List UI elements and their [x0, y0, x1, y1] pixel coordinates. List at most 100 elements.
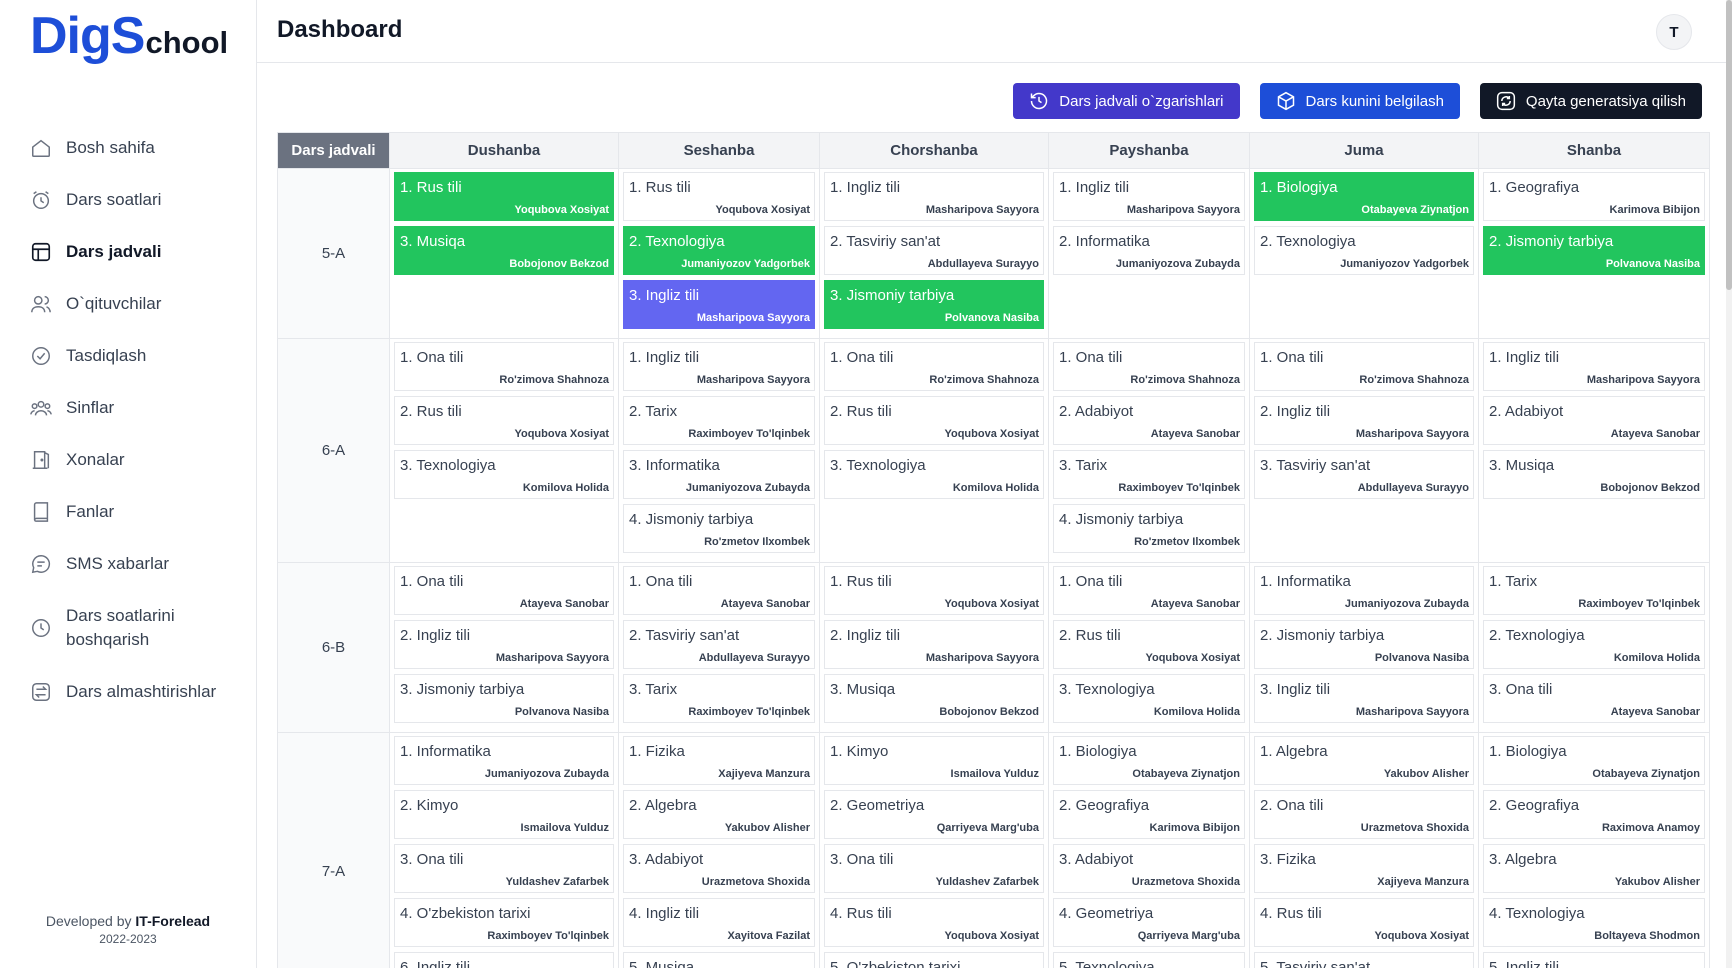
- sidebar-item-dars-soatlari[interactable]: Dars soatlari: [0, 174, 256, 226]
- sidebar-item-sinflar[interactable]: Sinflar: [0, 382, 256, 434]
- lesson-card[interactable]: 3. Musiqa Bobojonov Bekzod: [394, 226, 614, 275]
- sidebar-item-dars-jadvali[interactable]: Dars jadvali: [0, 226, 256, 278]
- lesson-card[interactable]: 2. Geometriya Qarriyeva Marg'uba: [824, 790, 1044, 839]
- lesson-card[interactable]: 3. Algebra Yakubov Alisher: [1483, 844, 1705, 893]
- sidebar-item-bosh-sahifa[interactable]: Bosh sahifa: [0, 122, 256, 174]
- lesson-card[interactable]: 1. Ona tili Atayeva Sanobar: [623, 566, 815, 615]
- lesson-card[interactable]: 6. Ingliz tili: [394, 952, 614, 968]
- set-lesson-day-button[interactable]: Dars kunini belgilash: [1259, 83, 1460, 119]
- lesson-card[interactable]: 1. Informatika Jumaniyozova Zubayda: [394, 736, 614, 785]
- lesson-card[interactable]: 4. Jismoniy tarbiya Ro'zmetov Ilxombek: [1053, 504, 1245, 553]
- lesson-card[interactable]: 1. Algebra Yakubov Alisher: [1254, 736, 1474, 785]
- sidebar-item-dars-soatlarini-boshqarish[interactable]: Dars soatlarini boshqarish: [0, 590, 256, 666]
- sidebar-item-xonalar[interactable]: Xonalar: [0, 434, 256, 486]
- lesson-card[interactable]: 2. Adabiyot Atayeva Sanobar: [1483, 396, 1705, 445]
- lesson-card[interactable]: 3. Tasviriy san'at Abdullayeva Surayyo: [1254, 450, 1474, 499]
- lesson-card[interactable]: 3. Jismoniy tarbiya Polvanova Nasiba: [394, 674, 614, 723]
- avatar[interactable]: T: [1656, 14, 1692, 50]
- lesson-card[interactable]: 2. Ona tili Urazmetova Shoxida: [1254, 790, 1474, 839]
- lesson-card[interactable]: 3. Ona tili Yuldashev Zafarbek: [394, 844, 614, 893]
- lesson-card[interactable]: 2. Ingliz tili Masharipova Sayyora: [394, 620, 614, 669]
- lesson-card[interactable]: 2. Tarix Raximboyev To'lqinbek: [623, 396, 815, 445]
- lesson-card[interactable]: 1. Biologiya Otabayeva Ziynatjon: [1254, 172, 1474, 221]
- lesson-card[interactable]: 1. Ona tili Atayeva Sanobar: [1053, 566, 1245, 615]
- lesson-card[interactable]: 1. Fizika Xajiyeva Manzura: [623, 736, 815, 785]
- lesson-card[interactable]: 4. O'zbekiston tarixi Raximboyev To'lqinb…: [394, 898, 614, 947]
- lesson-card[interactable]: 1. Rus tili Yoqubova Xosiyat: [824, 566, 1044, 615]
- lesson-card[interactable]: 5. Tasviriy san'at: [1254, 952, 1474, 968]
- lesson-card[interactable]: 2. Adabiyot Atayeva Sanobar: [1053, 396, 1245, 445]
- scrollbar-thumb[interactable]: [1726, 0, 1732, 290]
- sidebar-item-oqituvchilar[interactable]: O`qituvchilar: [0, 278, 256, 330]
- lesson-card[interactable]: 4. Jismoniy tarbiya Ro'zmetov Ilxombek: [623, 504, 815, 553]
- lesson-card[interactable]: 3. Fizika Xajiyeva Manzura: [1254, 844, 1474, 893]
- lesson-card[interactable]: 3. Musiqa Bobojonov Bekzod: [1483, 450, 1705, 499]
- lesson-card[interactable]: 3. Texnologiya Komilova Holida: [394, 450, 614, 499]
- lesson-card[interactable]: 1. Ingliz tili Masharipova Sayyora: [824, 172, 1044, 221]
- lesson-card[interactable]: 1. Tarix Raximboyev To'lqinbek: [1483, 566, 1705, 615]
- sidebar-item-sms-xabarlar[interactable]: SMS xabarlar: [0, 538, 256, 590]
- lesson-card[interactable]: 3. Informatika Jumaniyozova Zubayda: [623, 450, 815, 499]
- lesson-card[interactable]: 1. Ingliz tili Masharipova Sayyora: [1483, 342, 1705, 391]
- lesson-card[interactable]: 2. Informatika Jumaniyozova Zubayda: [1053, 226, 1245, 275]
- lesson-card[interactable]: 2. Geografiya Raximova Anamoy: [1483, 790, 1705, 839]
- lesson-card[interactable]: 3. Ingliz tili Masharipova Sayyora: [623, 280, 815, 329]
- lesson-card[interactable]: 2. Jismoniy tarbiya Polvanova Nasiba: [1254, 620, 1474, 669]
- lesson-card[interactable]: 2. Texnologiya Jumaniyozov Yadgorbek: [1254, 226, 1474, 275]
- lesson-card[interactable]: 1. Ingliz tili Masharipova Sayyora: [623, 342, 815, 391]
- lesson-card[interactable]: 1. Ona tili Ro'zimova Shahnoza: [394, 342, 614, 391]
- lesson-card[interactable]: 1. Kimyo Ismailova Yulduz: [824, 736, 1044, 785]
- lesson-card[interactable]: 1. Ona tili Ro'zimova Shahnoza: [824, 342, 1044, 391]
- lesson-card[interactable]: 2. Texnologiya Komilova Holida: [1483, 620, 1705, 669]
- schedule-changes-button[interactable]: Dars jadvali o`zgarishlari: [1013, 83, 1240, 119]
- lesson-card[interactable]: 1. Rus tili Yoqubova Xosiyat: [394, 172, 614, 221]
- lesson-card[interactable]: 1. Informatika Jumaniyozova Zubayda: [1254, 566, 1474, 615]
- sidebar-item-dars-almashtirishlar[interactable]: Dars almashtirishlar: [0, 666, 256, 718]
- lesson-card[interactable]: 3. Musiqa Bobojonov Bekzod: [824, 674, 1044, 723]
- lesson-card[interactable]: 4. Geometriya Qarriyeva Marg'uba: [1053, 898, 1245, 947]
- lesson-card[interactable]: 4. Ingliz tili Xayitova Fazilat: [623, 898, 815, 947]
- lesson-card[interactable]: 2. Algebra Yakubov Alisher: [623, 790, 815, 839]
- lesson-card[interactable]: 4. Texnologiya Boltayeva Shodmon: [1483, 898, 1705, 947]
- lesson-card[interactable]: 5. O'zbekiston tarixi: [824, 952, 1044, 968]
- lesson-card[interactable]: 1. Ona tili Ro'zimova Shahnoza: [1254, 342, 1474, 391]
- lesson-card[interactable]: 1. Ona tili Atayeva Sanobar: [394, 566, 614, 615]
- lesson-card[interactable]: 4. Rus tili Yoqubova Xosiyat: [824, 898, 1044, 947]
- company-name[interactable]: IT-Forelead: [135, 913, 210, 929]
- lesson-card[interactable]: 1. Ona tili Ro'zimova Shahnoza: [1053, 342, 1245, 391]
- lesson-card[interactable]: 2. Rus tili Yoqubova Xosiyat: [824, 396, 1044, 445]
- lesson-card[interactable]: 2. Rus tili Yoqubova Xosiyat: [1053, 620, 1245, 669]
- lesson-card[interactable]: 3. Ingliz tili Masharipova Sayyora: [1254, 674, 1474, 723]
- lesson-card[interactable]: 2. Jismoniy tarbiya Polvanova Nasiba: [1483, 226, 1705, 275]
- lesson-card[interactable]: 4. Rus tili Yoqubova Xosiyat: [1254, 898, 1474, 947]
- lesson-card[interactable]: 3. Tarix Raximboyev To'lqinbek: [1053, 450, 1245, 499]
- lesson-card[interactable]: 1. Geografiya Karimova Bibijon: [1483, 172, 1705, 221]
- lesson-card[interactable]: 2. Geografiya Karimova Bibijon: [1053, 790, 1245, 839]
- lesson-card[interactable]: 1. Biologiya Otabayeva Ziynatjon: [1053, 736, 1245, 785]
- lesson-card[interactable]: 1. Rus tili Yoqubova Xosiyat: [623, 172, 815, 221]
- lesson-card[interactable]: 3. Jismoniy tarbiya Polvanova Nasiba: [824, 280, 1044, 329]
- lesson-card[interactable]: 2. Ingliz tili Masharipova Sayyora: [824, 620, 1044, 669]
- lesson-card[interactable]: 3. Adabiyot Urazmetova Shoxida: [623, 844, 815, 893]
- lesson-card[interactable]: 2. Texnologiya Jumaniyozov Yadgorbek: [623, 226, 815, 275]
- page-scrollbar[interactable]: [1726, 0, 1732, 968]
- sidebar-item-tasdiqlash[interactable]: Tasdiqlash: [0, 330, 256, 382]
- lesson-card[interactable]: 2. Ingliz tili Masharipova Sayyora: [1254, 396, 1474, 445]
- regenerate-button[interactable]: Qayta generatsiya qilish: [1479, 83, 1702, 119]
- lesson-card[interactable]: 2. Tasviriy san'at Abdullayeva Surayyo: [623, 620, 815, 669]
- lesson-card[interactable]: 3. Ona tili Yuldashev Zafarbek: [824, 844, 1044, 893]
- lesson-card[interactable]: 2. Kimyo Ismailova Yulduz: [394, 790, 614, 839]
- lesson-card[interactable]: 3. Adabiyot Urazmetova Shoxida: [1053, 844, 1245, 893]
- sidebar-item-fanlar[interactable]: Fanlar: [0, 486, 256, 538]
- lesson-card[interactable]: 5. Ingliz tili: [1483, 952, 1705, 968]
- lesson-card[interactable]: 1. Ingliz tili Masharipova Sayyora: [1053, 172, 1245, 221]
- app-logo[interactable]: Dig School: [30, 6, 228, 66]
- lesson-card[interactable]: 3. Texnologiya Komilova Holida: [1053, 674, 1245, 723]
- lesson-card[interactable]: 2. Tasviriy san'at Abdullayeva Surayyo: [824, 226, 1044, 275]
- lesson-card[interactable]: 5. Musiqa: [623, 952, 815, 968]
- lesson-card[interactable]: 5. Texnologiya: [1053, 952, 1245, 968]
- lesson-card[interactable]: 3. Ona tili Atayeva Sanobar: [1483, 674, 1705, 723]
- lesson-card[interactable]: 1. Biologiya Otabayeva Ziynatjon: [1483, 736, 1705, 785]
- lesson-card[interactable]: 2. Rus tili Yoqubova Xosiyat: [394, 396, 614, 445]
- lesson-card[interactable]: 3. Tarix Raximboyev To'lqinbek: [623, 674, 815, 723]
